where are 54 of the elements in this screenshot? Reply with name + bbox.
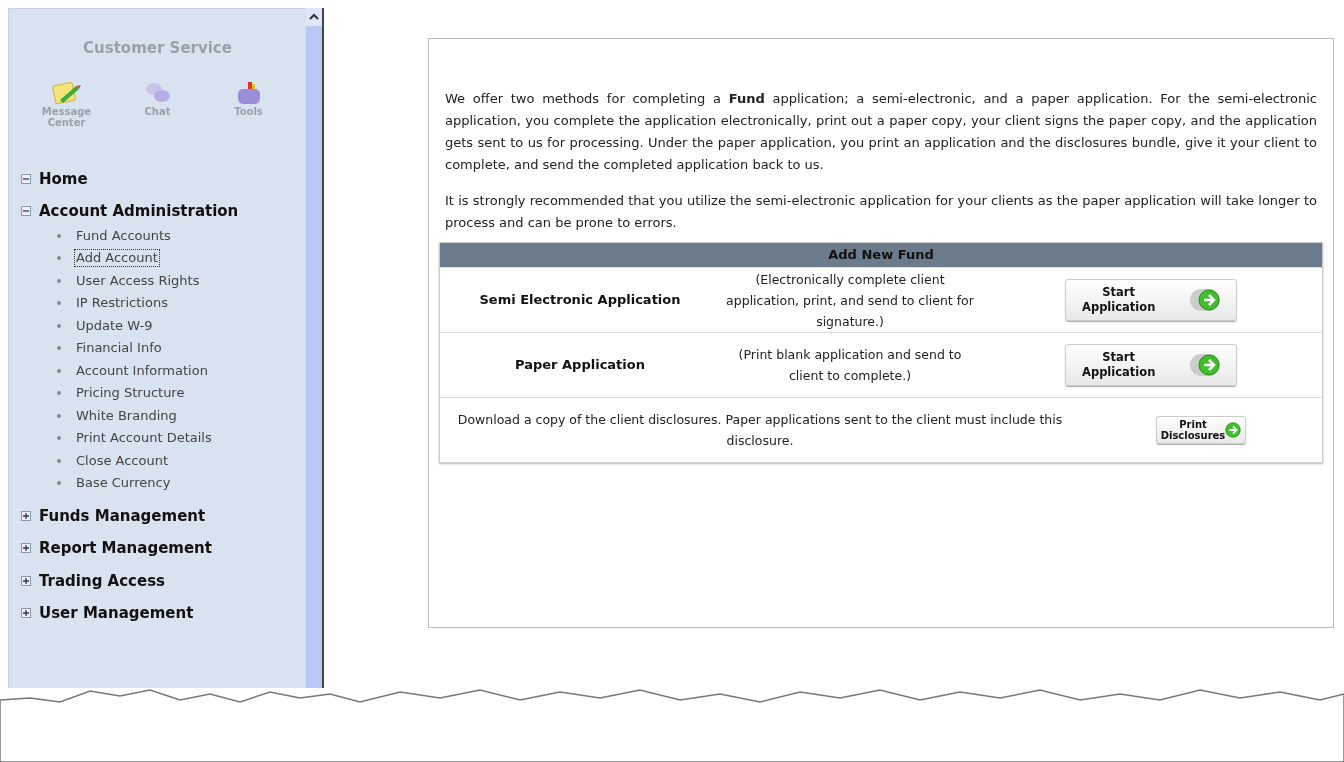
print-disclosures-button[interactable]: Print Disclosures	[1155, 416, 1247, 444]
nav-link[interactable]: White Branding	[74, 406, 179, 425]
arrow-right-icon	[1225, 422, 1242, 438]
bullet-icon	[57, 413, 61, 418]
expand-icon[interactable]	[21, 543, 31, 554]
start-application-button[interactable]: Start Application	[1065, 279, 1237, 321]
nav-section[interactable]: Report Management	[39, 537, 212, 560]
scroll-up-icon[interactable]	[306, 8, 322, 26]
nav-link[interactable]: Fund Accounts	[74, 226, 173, 245]
bullet-icon	[57, 278, 61, 283]
nav-link[interactable]: Print Account Details	[74, 429, 214, 448]
option-name: Paper Application	[514, 356, 646, 375]
nav-link[interactable]: User Access Rights	[74, 271, 202, 290]
nav-link[interactable]: Add Account	[74, 249, 160, 268]
bullet-icon	[57, 256, 61, 261]
nav-section[interactable]: Funds Management	[39, 504, 206, 527]
expand-icon[interactable]	[21, 510, 31, 521]
nav-link[interactable]: Base Currency	[74, 474, 173, 493]
arrow-right-icon	[1198, 289, 1220, 311]
collapse-icon[interactable]	[21, 206, 31, 217]
bullet-icon	[57, 368, 61, 373]
nav-link[interactable]: Close Account	[74, 451, 171, 470]
sidebar-title: Customer Service	[82, 38, 233, 59]
nav-link[interactable]: Account Information	[74, 361, 210, 380]
nav-link[interactable]: Update W-9	[74, 316, 155, 335]
nav-section[interactable]: Account Administration	[39, 200, 239, 223]
bullet-icon	[57, 391, 61, 396]
expand-icon[interactable]	[21, 575, 31, 586]
bullet-icon	[57, 481, 61, 486]
bullet-icon	[57, 323, 61, 328]
notepad-pencil-icon	[51, 79, 82, 106]
nav-link[interactable]: Financial Info	[74, 339, 164, 358]
bullet-icon	[57, 436, 61, 441]
intro-paragraph: We offer two methods for completing a Fund application; a semi-electronic, and a paper application. For the semi-electronic application, you complete the application electronically, print out a paper copy, your client signs the paper copy, and the application gets sent to us for processing. Under the paper application, you print an application and the disclosures bundle, give it your client to complete, and send the completed application back to us.	[444, 90, 1318, 174]
start-application-button[interactable]: Start Application	[1065, 344, 1237, 386]
option-description: (Electronically complete client application, print, and send to client for signature.)	[725, 270, 975, 331]
nav-link[interactable]: IP Restrictions	[74, 294, 170, 313]
bullet-icon	[57, 346, 61, 351]
intro-paragraph: It is strongly recommended that you utilize the semi-electronic application for your clients as the paper application will take longer to process and can be prone to errors.	[444, 192, 1318, 232]
scrollbar[interactable]	[306, 8, 324, 688]
bullet-icon	[57, 458, 61, 463]
nav-section[interactable]: User Management	[39, 602, 194, 625]
table-header: Add New Fund	[440, 243, 1322, 267]
arrow-right-icon	[1198, 354, 1220, 376]
expand-icon[interactable]	[21, 608, 31, 619]
nav-link[interactable]: Pricing Structure	[74, 384, 187, 403]
nav-section[interactable]: Trading Access	[39, 569, 166, 592]
bullet-icon	[57, 233, 61, 238]
option-name: Semi Electronic Application	[478, 291, 682, 310]
bullet-icon	[57, 301, 61, 306]
nav-section[interactable]: Home	[39, 167, 88, 190]
option-description: (Print blank application and send to client to complete.)	[737, 346, 963, 385]
collapse-icon[interactable]	[21, 173, 31, 184]
download-note: Download a copy of the client disclosures. Paper applications sent to the client must include this disclosure.	[456, 411, 1064, 450]
